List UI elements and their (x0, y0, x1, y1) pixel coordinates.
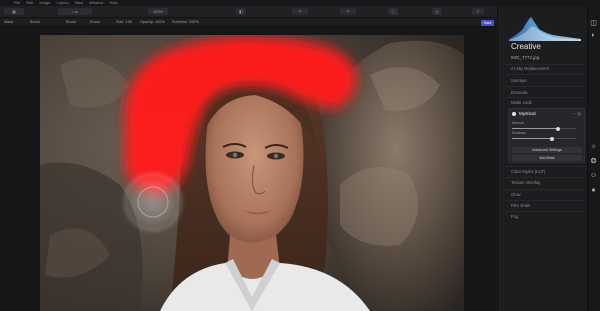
adjust-icon[interactable]: ◐ (590, 32, 597, 39)
brush-cursor (124, 173, 182, 231)
section-glow[interactable]: Glow (511, 192, 521, 197)
section-fog[interactable]: Fog (511, 214, 518, 219)
layers-icon[interactable]: ◫ (590, 20, 597, 27)
sun-icon[interactable]: ☼ (590, 143, 597, 150)
save-button[interactable]: Save (481, 19, 494, 26)
card-title: Mystical (519, 111, 536, 116)
catalog-button[interactable]: ▦ (4, 8, 24, 15)
zoom-readout[interactable]: 100% (148, 8, 168, 15)
brush-mode[interactable]: Brush (30, 18, 40, 27)
histogram (509, 17, 581, 41)
section-sunrays[interactable]: Sunrays (511, 78, 526, 83)
smile-icon[interactable]: ☺ (590, 172, 597, 179)
amount-slider[interactable] (512, 126, 576, 131)
file-name: IMG_7772.jpg (511, 55, 540, 60)
slider1-label: Amount (512, 121, 524, 125)
brush-tool[interactable]: Brush (66, 18, 76, 27)
section-color-styles[interactable]: Color Styles (LUT) (511, 169, 545, 174)
section-dramatic[interactable]: Dramatic (511, 90, 528, 95)
card-menu-icon[interactable]: ⋯ ◎ (572, 111, 581, 116)
history-icon[interactable]: ◷ (432, 8, 442, 15)
size-setting[interactable]: Size: 196 (116, 18, 132, 27)
erase-tool[interactable]: Erase (90, 18, 100, 27)
section-texture-overlay[interactable]: Texture Overlay (511, 180, 540, 185)
mystical-card: Mystical ⋯ ◎ Amount Shadows Advanced Set… (508, 108, 585, 163)
add-mask-button[interactable]: Add Mask (512, 155, 582, 161)
slider2-label: Shadows (512, 131, 526, 135)
section-film-grain[interactable]: Film Grain (511, 203, 530, 208)
share-icon[interactable]: ⇪ (472, 8, 484, 15)
panel-title: Creative (511, 42, 541, 51)
photo-canvas[interactable] (40, 35, 464, 311)
browse-button[interactable]: ⌂ ▸ (58, 8, 92, 15)
section-matte-look[interactable]: Matte Look (511, 100, 532, 105)
mask-label[interactable]: Mask (4, 18, 13, 27)
palette-icon[interactable]: ❂ (590, 158, 597, 165)
opacity-setting[interactable]: Opacity: 100% (140, 18, 165, 27)
advanced-settings-button[interactable]: Advanced Settings (512, 147, 582, 153)
redo-icon[interactable]: ↷ (340, 8, 356, 15)
softness-setting[interactable]: Softness: 100% (172, 18, 199, 27)
shadows-slider[interactable] (512, 136, 576, 141)
enabled-toggle-icon[interactable] (512, 112, 516, 116)
portrait-image (40, 35, 464, 311)
pro-icon[interactable]: ▣ (590, 186, 597, 193)
section-ai-sky[interactable]: AI Sky Replacement (511, 66, 549, 71)
compare-icon[interactable]: ◧ (236, 8, 246, 15)
undo-icon[interactable]: ↶ (292, 8, 308, 15)
info-icon[interactable]: ⓘ (388, 8, 398, 15)
